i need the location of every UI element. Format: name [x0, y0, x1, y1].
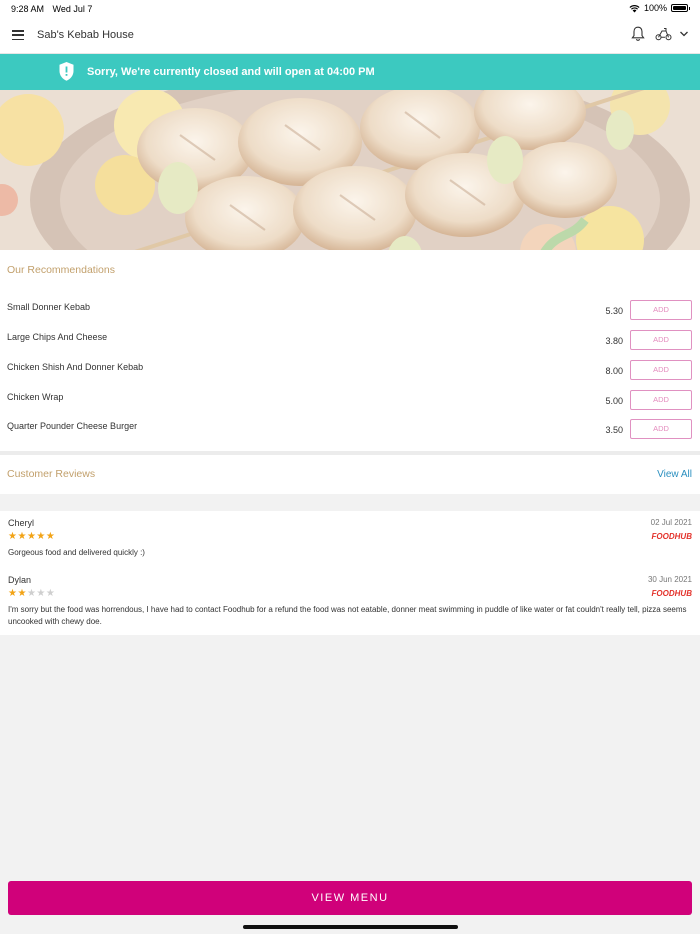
star-empty-icon: ★ [45, 588, 56, 599]
star-icon: ★ [36, 531, 46, 542]
star-empty-icon: ★ [26, 588, 37, 599]
review-text: I'm sorry but the food was horrendous, I… [8, 605, 687, 626]
item-name: Small Donner Kebab [7, 302, 91, 312]
chevron-down-icon[interactable] [679, 30, 689, 38]
recommendation-item: Large Chips And Cheese 3.80 ADD [0, 330, 700, 360]
item-name: Chicken Wrap [7, 392, 64, 402]
shield-icon [59, 62, 74, 81]
reviews-title: Customer Reviews [7, 468, 96, 480]
foodhub-logo: FOODHUB [651, 532, 692, 541]
star-rating: ★★★★★ [8, 531, 55, 542]
recommendation-item: Small Donner Kebab 5.30 ADD [0, 300, 700, 330]
item-price: 3.50 [605, 425, 623, 435]
item-price: 3.80 [605, 336, 623, 346]
recommendation-item: Chicken Wrap 5.00 ADD [0, 390, 700, 420]
hamburger-menu-icon[interactable] [12, 30, 24, 41]
hero-food-image [0, 90, 700, 250]
add-button[interactable]: ADD [630, 419, 692, 439]
closed-message: Sorry, We're currently closed and will o… [87, 66, 375, 78]
add-button[interactable]: ADD [630, 300, 692, 320]
add-button[interactable]: ADD [630, 360, 692, 380]
star-icon: ★ [17, 531, 27, 542]
reviewer-name: Dylan [8, 575, 32, 585]
bell-icon[interactable] [631, 26, 645, 42]
recommendations-title: Our Recommendations [7, 264, 115, 276]
item-price: 5.30 [605, 306, 623, 316]
add-button[interactable]: ADD [630, 390, 692, 410]
reviewer-name: Cheryl [8, 518, 35, 528]
star-icon: ★ [45, 531, 56, 542]
item-price: 5.00 [605, 396, 623, 406]
status-left: 9:28 AM Wed Jul 7 [11, 4, 98, 14]
closed-banner: Sorry, We're currently closed and will o… [0, 54, 700, 90]
recommendations-section: Our Recommendations Small Donner Kebab 5… [0, 250, 700, 451]
status-date: Wed Jul 7 [52, 4, 93, 14]
recommendation-item: Chicken Shish And Donner Kebab 8.00 ADD [0, 360, 700, 390]
foodhub-logo: FOODHUB [651, 589, 692, 598]
recommendation-item: Quarter Pounder Cheese Burger 3.50 ADD [0, 419, 700, 449]
kebab-skewers-illustration [0, 90, 700, 250]
status-time: 9:28 AM [11, 4, 45, 14]
wifi-icon [629, 4, 640, 12]
star-icon: ★ [26, 531, 37, 542]
view-all-reviews-link[interactable]: View All [657, 469, 692, 480]
restaurant-title: Sab's Kebab House [37, 29, 134, 41]
item-name: Chicken Shish And Donner Kebab [7, 362, 144, 372]
status-bar: 9:28 AM Wed Jul 7 100% [0, 0, 700, 18]
status-right: 100% [629, 3, 690, 13]
battery-icon [671, 4, 690, 12]
item-name: Large Chips And Cheese [7, 332, 108, 342]
delivery-scooter-icon[interactable] [655, 27, 672, 41]
home-indicator [243, 925, 458, 929]
reviews-header: Customer Reviews View All [0, 455, 700, 494]
item-name: Quarter Pounder Cheese Burger [7, 421, 138, 431]
star-empty-icon: ★ [36, 588, 46, 599]
review-date: 02 Jul 2021 [650, 518, 692, 527]
review-date: 30 Jun 2021 [647, 575, 692, 584]
add-button[interactable]: ADD [630, 330, 692, 350]
battery-percent: 100% [643, 3, 667, 13]
star-icon: ★ [17, 588, 27, 599]
view-menu-button[interactable]: VIEW MENU [8, 881, 692, 915]
reviews-list: Cheryl 02 Jul 2021 ★★★★★ FOODHUB Gorgeou… [0, 511, 700, 635]
review-text: Gorgeous food and delivered quickly :) [8, 548, 145, 557]
item-price: 8.00 [605, 366, 623, 376]
star-rating: ★★★★★ [8, 588, 55, 599]
app-header: Sab's Kebab House [0, 18, 700, 54]
